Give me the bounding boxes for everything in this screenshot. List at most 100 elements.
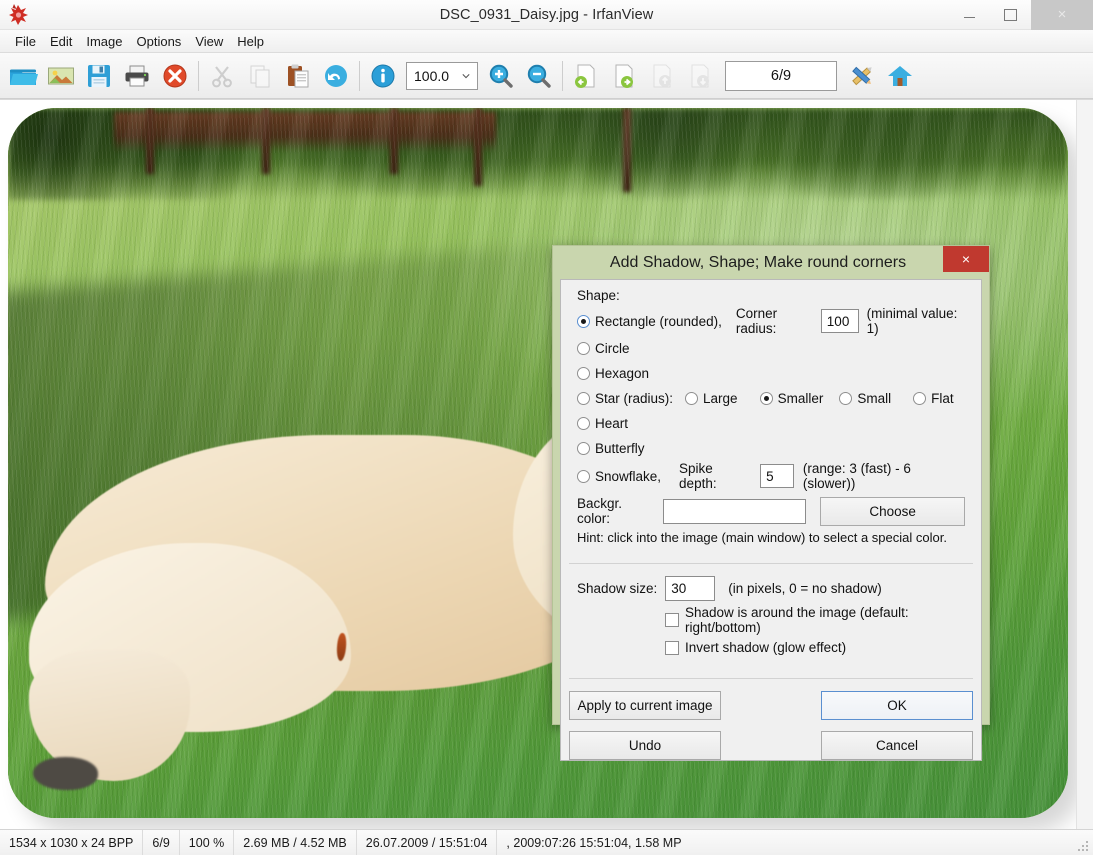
menubar: File Edit Image Options View Help bbox=[0, 30, 1093, 53]
undo-arrow-icon bbox=[323, 63, 349, 89]
resize-grip-icon[interactable] bbox=[1077, 840, 1090, 853]
corner-radius-input[interactable]: 100 bbox=[821, 309, 859, 333]
radio-butterfly[interactable] bbox=[577, 442, 590, 455]
undo-button[interactable] bbox=[317, 56, 355, 96]
previous-image-button[interactable] bbox=[567, 56, 605, 96]
zoom-out-button[interactable] bbox=[520, 56, 558, 96]
paste-button[interactable] bbox=[279, 56, 317, 96]
cancel-button[interactable]: Cancel bbox=[821, 731, 973, 760]
label-invert-shadow: Invert shadow (glow effect) bbox=[685, 640, 846, 655]
pencil-ruler-icon bbox=[848, 63, 876, 89]
label-star: Star (radius): bbox=[595, 391, 673, 406]
radio-snowflake[interactable] bbox=[577, 470, 590, 483]
page-left-arrow-icon bbox=[572, 63, 600, 89]
irfanview-window: DSC_0931_Daisy.jpg - IrfanView × File Ed… bbox=[0, 0, 1093, 855]
menu-view[interactable]: View bbox=[188, 33, 230, 50]
thumbnails-button[interactable] bbox=[42, 56, 80, 96]
status-filesize: 2.69 MB / 4.52 MB bbox=[234, 830, 357, 855]
spike-depth-input[interactable]: 5 bbox=[760, 464, 794, 488]
window-titlebar: DSC_0931_Daisy.jpg - IrfanView × bbox=[0, 0, 1093, 30]
page-indicator[interactable]: 6/9 bbox=[725, 61, 837, 91]
copy-pages-icon bbox=[247, 63, 273, 89]
undo-button-dialog[interactable]: Undo bbox=[569, 731, 721, 760]
page-up-arrow-icon bbox=[648, 63, 676, 89]
spike-depth-label: Spike depth: bbox=[679, 461, 753, 491]
shadow-size-input[interactable]: 30 bbox=[665, 576, 715, 601]
minimize-button[interactable] bbox=[949, 0, 990, 30]
radio-star-smaller[interactable] bbox=[760, 392, 773, 405]
ok-button[interactable]: OK bbox=[821, 691, 973, 720]
next-image-button[interactable] bbox=[605, 56, 643, 96]
menu-file[interactable]: File bbox=[8, 33, 43, 50]
maximize-button[interactable] bbox=[990, 0, 1031, 30]
dialog-buttons-row-2: Undo Cancel bbox=[569, 731, 973, 760]
color-hint-text: Hint: click into the image (main window)… bbox=[577, 530, 965, 545]
shape-group-label: Shape: bbox=[577, 288, 965, 303]
checkbox-invert-row: Invert shadow (glow effect) bbox=[665, 635, 965, 660]
zoom-in-button[interactable] bbox=[482, 56, 520, 96]
label-star-flat: Flat bbox=[931, 391, 954, 406]
radio-star-small[interactable] bbox=[839, 392, 852, 405]
checkbox-shadow-around[interactable] bbox=[665, 613, 679, 627]
copy-button[interactable] bbox=[241, 56, 279, 96]
corner-radius-note: (minimal value: 1) bbox=[867, 306, 965, 336]
vertical-scrollbar[interactable] bbox=[1076, 100, 1093, 829]
shape-row-rectangle: Rectangle (rounded), Corner radius: 100 … bbox=[577, 306, 965, 336]
radio-circle[interactable] bbox=[577, 342, 590, 355]
home-button[interactable] bbox=[881, 56, 919, 96]
divider-1 bbox=[569, 563, 973, 564]
status-exif: , 2009:07:26 15:51:04, 1.58 MP bbox=[497, 830, 690, 855]
checkbox-around-row: Shadow is around the image (default: rig… bbox=[665, 605, 965, 635]
label-heart: Heart bbox=[595, 416, 628, 431]
apply-to-current-image-button[interactable]: Apply to current image bbox=[569, 691, 721, 720]
choose-color-button[interactable]: Choose bbox=[820, 497, 965, 526]
bg-color-label: Backgr. color: bbox=[577, 496, 655, 526]
info-button[interactable] bbox=[364, 56, 402, 96]
zoom-level-input[interactable]: 100.0 bbox=[406, 62, 478, 90]
last-image-button[interactable] bbox=[681, 56, 719, 96]
close-button[interactable]: × bbox=[1031, 0, 1093, 30]
bg-color-row: Backgr. color: Choose bbox=[577, 496, 965, 526]
checkbox-invert-shadow[interactable] bbox=[665, 641, 679, 655]
shape-row-heart: Heart bbox=[577, 411, 965, 436]
scissors-icon bbox=[209, 63, 235, 89]
label-snowflake: Snowflake, bbox=[595, 469, 661, 484]
menu-options[interactable]: Options bbox=[130, 33, 189, 50]
radio-rectangle[interactable] bbox=[577, 315, 590, 328]
toolbar-separator-2 bbox=[359, 61, 360, 91]
label-butterfly: Butterfly bbox=[595, 441, 645, 456]
save-button[interactable] bbox=[80, 56, 118, 96]
radio-star[interactable] bbox=[577, 392, 590, 405]
menu-edit[interactable]: Edit bbox=[43, 33, 79, 50]
page-right-arrow-icon bbox=[610, 63, 638, 89]
add-shadow-shape-dialog: Add Shadow, Shape; Make round corners × … bbox=[552, 245, 990, 725]
dialog-close-button[interactable]: × bbox=[943, 246, 989, 272]
print-button[interactable] bbox=[118, 56, 156, 96]
dialog-body: Shape: Rectangle (rounded), Corner radiu… bbox=[560, 279, 982, 761]
page-indicator-value: 6/9 bbox=[771, 68, 791, 84]
open-button[interactable] bbox=[4, 56, 42, 96]
radio-star-flat[interactable] bbox=[913, 392, 926, 405]
info-circle-icon bbox=[370, 63, 396, 89]
shape-group: Shape: Rectangle (rounded), Corner radiu… bbox=[569, 286, 973, 553]
page-down-arrow-icon bbox=[686, 63, 714, 89]
spike-depth-note: (range: 3 (fast) - 6 (slower)) bbox=[803, 461, 965, 491]
menu-help[interactable]: Help bbox=[230, 33, 271, 50]
corner-radius-label: Corner radius: bbox=[736, 306, 815, 336]
thumbnails-image-icon bbox=[47, 64, 75, 88]
status-page: 6/9 bbox=[143, 830, 179, 855]
cut-button[interactable] bbox=[203, 56, 241, 96]
first-image-button[interactable] bbox=[643, 56, 681, 96]
menu-image[interactable]: Image bbox=[79, 33, 129, 50]
radio-star-large[interactable] bbox=[685, 392, 698, 405]
edit-paint-button[interactable] bbox=[843, 56, 881, 96]
dialog-titlebar: Add Shadow, Shape; Make round corners × bbox=[553, 246, 989, 279]
delete-button[interactable] bbox=[156, 56, 194, 96]
magnifier-plus-icon bbox=[488, 63, 514, 89]
shadow-size-row: Shadow size: 30 (in pixels, 0 = no shado… bbox=[577, 576, 965, 601]
dialog-title: Add Shadow, Shape; Make round corners bbox=[610, 254, 932, 272]
label-rectangle: Rectangle (rounded), bbox=[595, 314, 722, 329]
bg-color-swatch[interactable] bbox=[663, 499, 806, 524]
radio-heart[interactable] bbox=[577, 417, 590, 430]
radio-hexagon[interactable] bbox=[577, 367, 590, 380]
